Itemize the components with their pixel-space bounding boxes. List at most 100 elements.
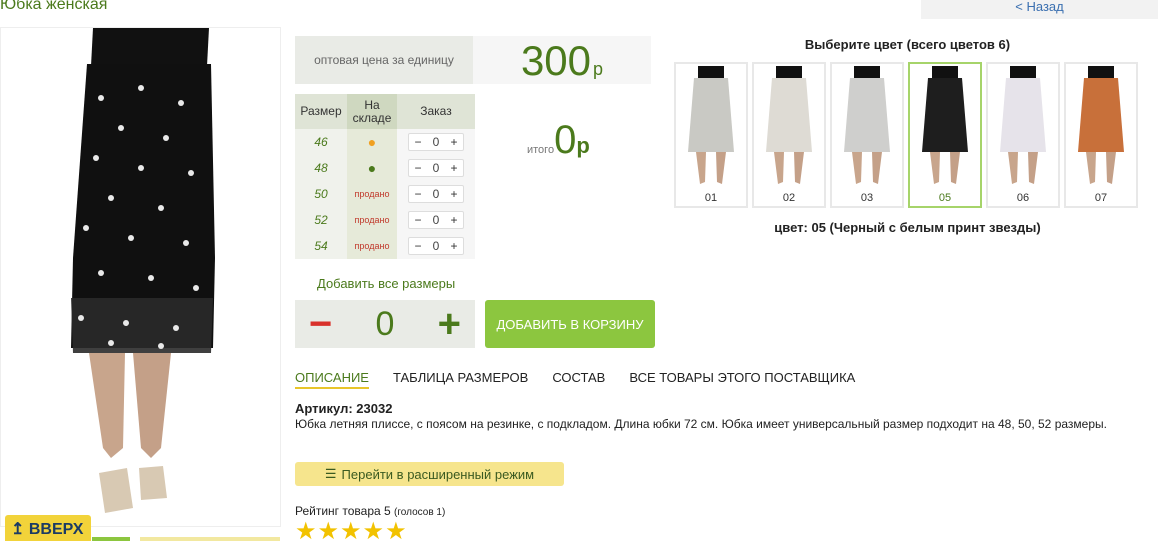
decrease-button[interactable]: − [409,239,427,253]
size-table-header: Размер На складе Заказ [295,94,475,129]
selected-color: цвет: 05 (Черный с белым принт звезды) [774,220,1041,235]
increase-button[interactable]: + [438,304,461,344]
tab-size-chart[interactable]: ТАБЛИЦА РАЗМЕРОВ [393,370,528,389]
quantity-stepper: −0 + [408,159,464,177]
star-icon[interactable]: ★ [318,520,340,541]
swatch-image [922,66,968,184]
table-row: 48 ● −0 + [295,155,475,181]
swatch-image [1000,66,1046,184]
table-row: 52 продано −0 + [295,207,475,233]
quantity-value[interactable]: 0 [427,213,445,227]
color-swatch[interactable]: 05 [908,62,982,208]
color-swatch[interactable]: 03 [830,62,904,208]
size-value: 52 [295,207,347,233]
rating-label: Рейтинг товара 5 [295,504,391,518]
price-label: оптовая цена за единицу [295,36,473,84]
swatch-image [844,66,890,184]
quantity-stepper: −0 + [408,211,464,229]
add-to-cart-button[interactable]: ДОБАВИТЬ В КОРЗИНУ [485,300,655,348]
product-tabs: ОПИСАНИЕ ТАБЛИЦА РАЗМЕРОВ СОСТАВ ВСЕ ТОВ… [295,370,879,389]
stock-cell: продано [347,233,397,259]
swatch-image [1078,66,1124,184]
size-value: 50 [295,181,347,207]
tab-all-supplier-products[interactable]: ВСЕ ТОВАРЫ ЭТОГО ПОСТАВЩИКА [629,370,855,389]
increase-button[interactable]: + [445,161,463,175]
advanced-mode-button[interactable]: ☰ Перейти в расширенный режим [295,462,564,486]
description-text: Юбка летняя плиссе, с поясом на резинке,… [295,417,1107,431]
quantity-value[interactable]: 0 [376,305,395,344]
swatch-label: 05 [938,192,952,204]
swatch-label: 06 [1016,192,1030,204]
total-label: итого [527,144,555,156]
back-link[interactable]: < Назад [921,0,1158,19]
price-value: 300 р [473,36,651,84]
star-icon[interactable]: ★ [340,520,362,541]
quantity-value[interactable]: 0 [427,161,445,175]
swatch-label: 03 [860,192,874,204]
quantity-stepper: −0 + [408,237,464,255]
rating-stars[interactable]: ★ ★ ★ ★ ★ [295,520,408,541]
quantity-stepper: − 0 + [295,300,475,348]
product-photo[interactable] [0,27,281,527]
order-cell: −0 + [397,207,475,233]
stock-cell: продано [347,181,397,207]
stock-status: продано [354,241,390,251]
color-picker-title: Выберите цвет (всего цветов 6) [804,37,1011,52]
star-icon[interactable]: ★ [295,520,317,541]
star-icon[interactable]: ★ [385,520,407,541]
tab-composition[interactable]: СОСТАВ [552,370,605,389]
increase-button[interactable]: + [445,187,463,201]
decrease-button[interactable]: − [409,135,427,149]
skirt-photo-illustration [71,28,215,513]
quantity-value[interactable]: 0 [427,187,445,201]
order-header: Заказ [397,94,475,129]
page-title: Юбка женская [0,0,108,13]
swatch-label: 02 [782,192,796,204]
rating-votes: (голосов 1) [394,507,446,518]
photo-thumbnail-tab[interactable] [92,537,130,541]
swatch-label: 07 [1094,192,1108,204]
color-swatch[interactable]: 02 [752,62,826,208]
tab-description[interactable]: ОПИСАНИЕ [295,370,369,389]
color-swatch[interactable]: 06 [986,62,1060,208]
order-cell: −0 + [397,155,475,181]
scroll-up-button[interactable]: ↥ ВВЕРХ [5,515,91,541]
total-currency: р [576,133,590,158]
increase-button[interactable]: + [445,135,463,149]
decrease-button[interactable]: − [409,187,427,201]
quantity-value[interactable]: 0 [427,239,445,253]
star-icon[interactable]: ★ [363,520,385,541]
table-row: 50 продано −0 + [295,181,475,207]
decrease-button[interactable]: − [409,161,427,175]
stock-status: ● [367,160,377,176]
decrease-button[interactable]: − [409,213,427,227]
decrease-button[interactable]: − [309,304,332,344]
color-swatch[interactable]: 07 [1064,62,1138,208]
size-value: 46 [295,129,347,155]
size-value: 54 [295,233,347,259]
size-header: Размер [295,94,347,129]
color-swatch[interactable]: 01 [674,62,748,208]
quantity-value[interactable]: 0 [427,135,445,149]
order-cell: −0 + [397,129,475,155]
stock-cell: продано [347,207,397,233]
photo-thumbnail-tab[interactable] [140,537,280,541]
increase-button[interactable]: + [445,213,463,227]
size-table: Размер На складе Заказ 46 ● −0 +48 ● −0 +50 про… [295,94,475,259]
color-swatches: 01 02 03 05 06 07 [674,62,1142,208]
swatch-label: 01 [704,192,718,204]
price-number: 300 [520,37,592,84]
increase-button[interactable]: + [445,239,463,253]
article-number: Артикул: 23032 [295,401,393,416]
add-all-sizes-link[interactable]: Добавить все размеры [317,276,455,291]
size-value: 48 [295,155,347,181]
stock-cell: ● [347,155,397,181]
total: итого 0 р [527,118,590,162]
advanced-mode-label: Перейти в расширенный режим [341,466,535,482]
quantity-stepper: −0 + [408,185,464,203]
list-icon: ☰ [324,466,337,481]
stock-status: продано [354,189,390,199]
swatch-image [688,66,734,184]
rating: Рейтинг товара 5 (голосов 1) [295,504,445,518]
order-cell: −0 + [397,233,475,259]
